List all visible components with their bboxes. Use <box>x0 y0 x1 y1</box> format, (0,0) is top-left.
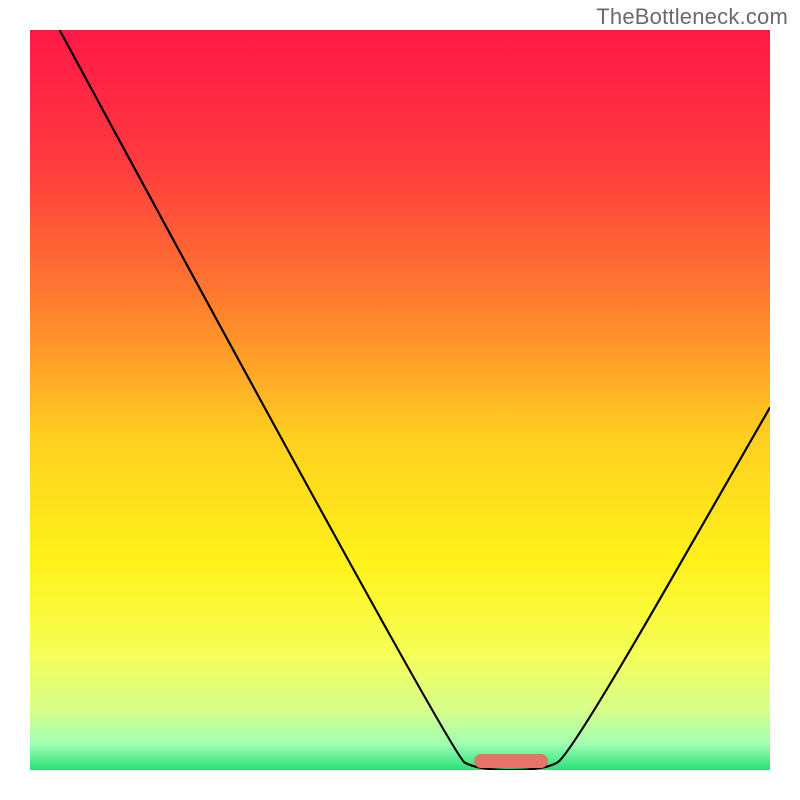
watermark-text: TheBottleneck.com <box>596 4 788 30</box>
chart-curve <box>30 30 770 770</box>
optimal-range-marker <box>474 754 549 768</box>
chart-frame <box>30 30 770 770</box>
